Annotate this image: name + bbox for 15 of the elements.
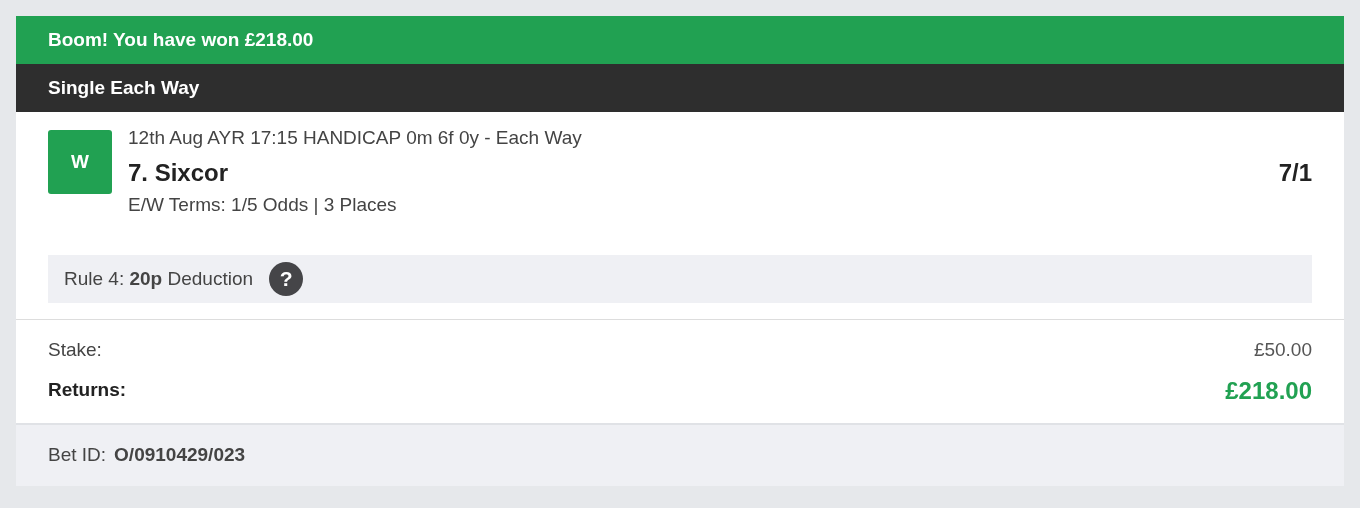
summary-label: Stake: [48, 338, 102, 362]
help-icon[interactable]: ? [269, 262, 304, 296]
result-badge: W [48, 130, 112, 194]
bet-id-label: Bet ID: [48, 442, 107, 467]
each-way-terms: E/W Terms: 1/5 Odds | 3 Places [128, 193, 397, 215]
odds: 7/1 [1278, 157, 1312, 188]
summary-label: Returns: [48, 378, 127, 403]
runner-name: 7. Sixcor [128, 157, 229, 188]
summary-value: £218.00 [1225, 375, 1312, 406]
rule4-text: Rule 4: 20p Deduction [64, 266, 254, 291]
summary-value: £50.00 [1253, 338, 1312, 362]
bet-type-header: Single Each Way [16, 64, 1344, 112]
win-banner: Boom! You have won £218.00 [16, 16, 1344, 64]
bet-id: O/0910429/023 [114, 442, 246, 467]
race-title: 12th Aug AYR 17:15 HANDICAP 0m 6f 0y - Each Way [128, 127, 582, 148]
